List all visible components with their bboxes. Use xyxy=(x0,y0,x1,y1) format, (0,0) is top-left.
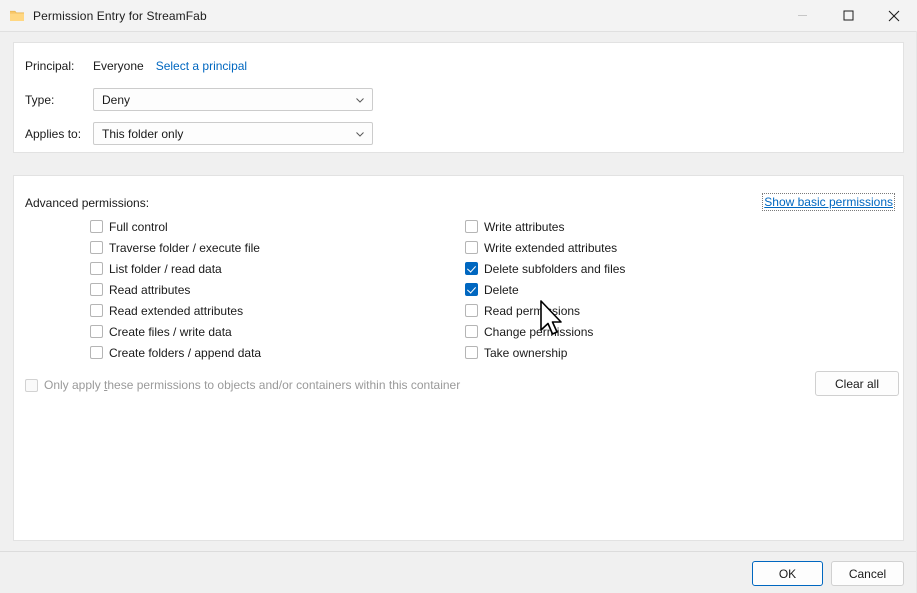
applies-to-label: Applies to: xyxy=(25,127,93,141)
minimize-icon xyxy=(797,10,808,21)
permission-checkbox[interactable] xyxy=(465,241,478,254)
permission-checkbox-row[interactable]: Create folders / append data xyxy=(90,342,261,363)
permission-label: Delete xyxy=(484,283,519,297)
select-a-principal-link[interactable]: Select a principal xyxy=(156,59,247,73)
permission-checkbox[interactable] xyxy=(90,241,103,254)
permission-label: Read extended attributes xyxy=(109,304,243,318)
permission-label: Take ownership xyxy=(484,346,567,360)
show-basic-permissions-link[interactable]: Show basic permissions xyxy=(764,195,893,209)
folder-icon xyxy=(9,8,25,24)
permission-checkbox-row[interactable]: Create files / write data xyxy=(90,321,261,342)
permission-checkbox-row[interactable]: Read extended attributes xyxy=(90,300,261,321)
ok-button[interactable]: OK xyxy=(752,561,823,586)
type-dropdown-value: Deny xyxy=(102,93,130,107)
maximize-icon xyxy=(843,10,854,21)
principal-label: Principal: xyxy=(25,59,93,73)
permission-label: Write attributes xyxy=(484,220,564,234)
only-apply-checkbox-row[interactable]: Only apply these permissions to objects … xyxy=(25,378,460,392)
permission-checkbox-row[interactable]: Write extended attributes xyxy=(465,237,625,258)
permission-checkbox[interactable] xyxy=(465,262,478,275)
permission-checkbox[interactable] xyxy=(465,220,478,233)
principal-row: Principal: Everyone Select a principal xyxy=(25,59,247,73)
permission-checkbox-row[interactable]: Traverse folder / execute file xyxy=(90,237,261,258)
permission-checkbox-row[interactable]: Take ownership xyxy=(465,342,625,363)
applies-to-dropdown[interactable]: This folder only xyxy=(93,122,373,145)
permission-label: Create files / write data xyxy=(109,325,232,339)
permission-checkbox[interactable] xyxy=(90,346,103,359)
permission-label: Write extended attributes xyxy=(484,241,617,255)
permission-checkbox[interactable] xyxy=(90,304,103,317)
permission-label: Change permissions xyxy=(484,325,593,339)
permissions-column-left: Full control Traverse folder / execute fi… xyxy=(90,216,261,363)
permission-checkbox[interactable] xyxy=(90,262,103,275)
chevron-down-icon xyxy=(355,95,365,105)
type-label: Type: xyxy=(25,93,93,107)
applies-to-row: Applies to: This folder only xyxy=(25,122,373,145)
clear-all-button[interactable]: Clear all xyxy=(815,371,899,396)
permission-checkbox[interactable] xyxy=(465,304,478,317)
permission-label: Traverse folder / execute file xyxy=(109,241,260,255)
principal-panel: Principal: Everyone Select a principal T… xyxy=(13,42,904,153)
maximize-button[interactable] xyxy=(825,0,871,31)
permission-checkbox-row[interactable]: Delete subfolders and files xyxy=(465,258,625,279)
permission-checkbox[interactable] xyxy=(90,283,103,296)
permission-checkbox-row[interactable]: Delete xyxy=(465,279,625,300)
cancel-button[interactable]: Cancel xyxy=(831,561,904,586)
permission-label: Create folders / append data xyxy=(109,346,261,360)
close-icon xyxy=(888,10,900,22)
only-apply-label: Only apply these permissions to objects … xyxy=(44,378,460,392)
applies-to-dropdown-value: This folder only xyxy=(102,127,183,141)
permission-label: Read permissions xyxy=(484,304,580,318)
type-dropdown[interactable]: Deny xyxy=(93,88,373,111)
permission-label: Full control xyxy=(109,220,168,234)
window-title: Permission Entry for StreamFab xyxy=(33,9,207,23)
permission-checkbox[interactable] xyxy=(90,220,103,233)
permission-label: Read attributes xyxy=(109,283,190,297)
title-bar: Permission Entry for StreamFab xyxy=(0,0,917,32)
permission-checkbox-row[interactable]: Read permissions xyxy=(465,300,625,321)
permission-checkbox[interactable] xyxy=(465,283,478,296)
advanced-permissions-heading: Advanced permissions: xyxy=(25,196,149,210)
permission-checkbox[interactable] xyxy=(90,325,103,338)
chevron-down-icon xyxy=(355,129,365,139)
principal-value: Everyone xyxy=(93,59,144,73)
permission-label: Delete subfolders and files xyxy=(484,262,625,276)
permission-checkbox[interactable] xyxy=(465,346,478,359)
permission-checkbox[interactable] xyxy=(465,325,478,338)
permissions-column-right: Write attributes Write extended attribute… xyxy=(465,216,625,363)
window-controls xyxy=(779,0,917,31)
only-apply-checkbox[interactable] xyxy=(25,379,38,392)
advanced-permissions-panel: Advanced permissions: Show basic permiss… xyxy=(13,175,904,541)
type-row: Type: Deny xyxy=(25,88,373,111)
permission-checkbox-row[interactable]: Read attributes xyxy=(90,279,261,300)
permission-checkbox-row[interactable]: Write attributes xyxy=(465,216,625,237)
permission-label: List folder / read data xyxy=(109,262,222,276)
permission-checkbox-row[interactable]: List folder / read data xyxy=(90,258,261,279)
close-button[interactable] xyxy=(871,0,917,31)
permission-checkbox-row[interactable]: Full control xyxy=(90,216,261,237)
permission-checkbox-row[interactable]: Change permissions xyxy=(465,321,625,342)
minimize-button[interactable] xyxy=(779,0,825,31)
